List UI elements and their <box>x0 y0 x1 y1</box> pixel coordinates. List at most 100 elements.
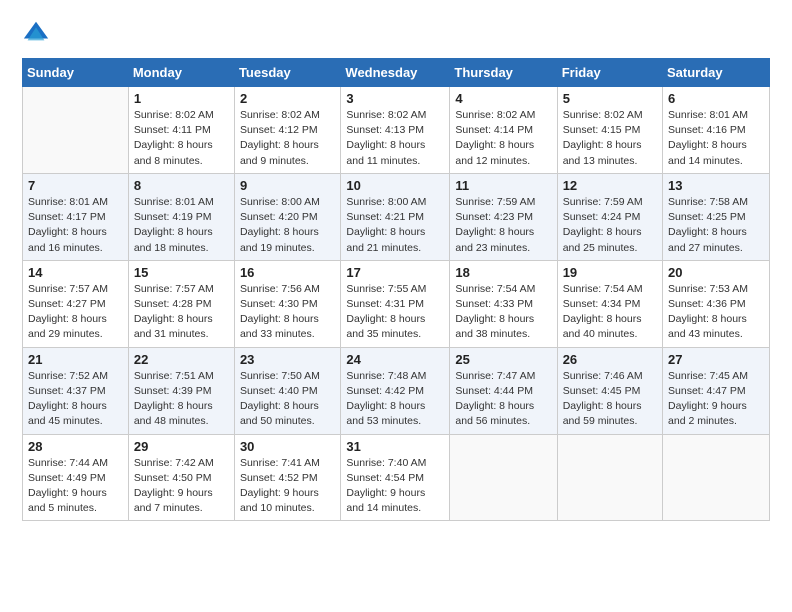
day-number: 15 <box>134 265 229 280</box>
calendar-cell: 30Sunrise: 7:41 AMSunset: 4:52 PMDayligh… <box>234 434 340 521</box>
calendar-body: 1 Sunrise: 8:02 AMSunset: 4:11 PMDaylight… <box>23 87 770 521</box>
day-number: 29 <box>134 439 229 454</box>
calendar-cell <box>557 434 662 521</box>
weekday-header-monday: Monday <box>128 59 234 87</box>
day-info: Sunrise: 7:51 AMSunset: 4:39 PMDaylight:… <box>134 369 229 430</box>
calendar-cell: 8 Sunrise: 8:01 AMSunset: 4:19 PMDaylight… <box>128 173 234 260</box>
day-info: Sunrise: 7:45 AMSunset: 4:47 PMDaylight:… <box>668 369 764 430</box>
day-number: 12 <box>563 178 657 193</box>
day-number: 1 <box>134 91 229 106</box>
day-info: Sunrise: 8:01 AMSunset: 4:19 PMDaylight:… <box>134 195 229 256</box>
day-number: 4 <box>455 91 551 106</box>
calendar-week-3: 14Sunrise: 7:57 AMSunset: 4:27 PMDayligh… <box>23 260 770 347</box>
day-number: 9 <box>240 178 335 193</box>
day-number: 11 <box>455 178 551 193</box>
calendar-week-2: 7 Sunrise: 8:01 AMSunset: 4:17 PMDaylight… <box>23 173 770 260</box>
calendar-cell: 31 Sunrise: 7:40 AMSunset: 4:54 PMDayligh… <box>341 434 450 521</box>
day-info: Sunrise: 8:00 AMSunset: 4:21 PMDaylight:… <box>346 195 444 256</box>
weekday-header-thursday: Thursday <box>450 59 557 87</box>
page: SundayMondayTuesdayWednesdayThursdayFrid… <box>0 0 792 612</box>
weekday-header-wednesday: Wednesday <box>341 59 450 87</box>
day-number: 2 <box>240 91 335 106</box>
header <box>22 18 770 46</box>
day-number: 20 <box>668 265 764 280</box>
day-info: Sunrise: 7:46 AMSunset: 4:45 PMDaylight:… <box>563 369 657 430</box>
day-number: 7 <box>28 178 123 193</box>
day-info: Sunrise: 8:00 AMSunset: 4:20 PMDaylight:… <box>240 195 335 256</box>
weekday-row: SundayMondayTuesdayWednesdayThursdayFrid… <box>23 59 770 87</box>
calendar-cell: 20 Sunrise: 7:53 AMSunset: 4:36 PMDayligh… <box>663 260 770 347</box>
day-info: Sunrise: 7:47 AMSunset: 4:44 PMDaylight:… <box>455 369 551 430</box>
calendar-cell <box>450 434 557 521</box>
calendar-cell: 21Sunrise: 7:52 AMSunset: 4:37 PMDayligh… <box>23 347 129 434</box>
day-info: Sunrise: 8:02 AMSunset: 4:12 PMDaylight:… <box>240 108 335 169</box>
logo-icon <box>22 18 50 46</box>
day-number: 8 <box>134 178 229 193</box>
day-info: Sunrise: 7:58 AMSunset: 4:25 PMDaylight:… <box>668 195 764 256</box>
calendar-cell: 18 Sunrise: 7:54 AMSunset: 4:33 PMDayligh… <box>450 260 557 347</box>
day-info: Sunrise: 8:02 AMSunset: 4:15 PMDaylight:… <box>563 108 657 169</box>
calendar-week-5: 28Sunrise: 7:44 AMSunset: 4:49 PMDayligh… <box>23 434 770 521</box>
day-info: Sunrise: 7:52 AMSunset: 4:37 PMDaylight:… <box>28 369 123 430</box>
calendar-cell: 29Sunrise: 7:42 AMSunset: 4:50 PMDayligh… <box>128 434 234 521</box>
calendar-cell: 1 Sunrise: 8:02 AMSunset: 4:11 PMDaylight… <box>128 87 234 174</box>
day-info: Sunrise: 7:53 AMSunset: 4:36 PMDaylight:… <box>668 282 764 343</box>
day-number: 16 <box>240 265 335 280</box>
day-number: 13 <box>668 178 764 193</box>
day-info: Sunrise: 7:57 AMSunset: 4:28 PMDaylight:… <box>134 282 229 343</box>
day-info: Sunrise: 7:56 AMSunset: 4:30 PMDaylight:… <box>240 282 335 343</box>
day-info: Sunrise: 7:44 AMSunset: 4:49 PMDaylight:… <box>28 456 123 517</box>
calendar-cell: 24 Sunrise: 7:48 AMSunset: 4:42 PMDayligh… <box>341 347 450 434</box>
calendar: SundayMondayTuesdayWednesdayThursdayFrid… <box>22 58 770 521</box>
calendar-cell: 28Sunrise: 7:44 AMSunset: 4:49 PMDayligh… <box>23 434 129 521</box>
calendar-cell: 7 Sunrise: 8:01 AMSunset: 4:17 PMDaylight… <box>23 173 129 260</box>
calendar-cell: 17 Sunrise: 7:55 AMSunset: 4:31 PMDayligh… <box>341 260 450 347</box>
day-number: 27 <box>668 352 764 367</box>
calendar-cell: 25 Sunrise: 7:47 AMSunset: 4:44 PMDayligh… <box>450 347 557 434</box>
calendar-cell: 27 Sunrise: 7:45 AMSunset: 4:47 PMDayligh… <box>663 347 770 434</box>
day-info: Sunrise: 7:54 AMSunset: 4:34 PMDaylight:… <box>563 282 657 343</box>
calendar-week-4: 21Sunrise: 7:52 AMSunset: 4:37 PMDayligh… <box>23 347 770 434</box>
calendar-cell <box>663 434 770 521</box>
day-number: 18 <box>455 265 551 280</box>
day-number: 23 <box>240 352 335 367</box>
weekday-header-saturday: Saturday <box>663 59 770 87</box>
day-info: Sunrise: 7:59 AMSunset: 4:24 PMDaylight:… <box>563 195 657 256</box>
calendar-cell: 26 Sunrise: 7:46 AMSunset: 4:45 PMDayligh… <box>557 347 662 434</box>
calendar-cell: 12 Sunrise: 7:59 AMSunset: 4:24 PMDayligh… <box>557 173 662 260</box>
day-number: 17 <box>346 265 444 280</box>
day-number: 3 <box>346 91 444 106</box>
day-number: 5 <box>563 91 657 106</box>
day-info: Sunrise: 8:02 AMSunset: 4:11 PMDaylight:… <box>134 108 229 169</box>
calendar-cell: 10Sunrise: 8:00 AMSunset: 4:21 PMDayligh… <box>341 173 450 260</box>
day-info: Sunrise: 7:40 AMSunset: 4:54 PMDaylight:… <box>346 456 444 517</box>
weekday-header-tuesday: Tuesday <box>234 59 340 87</box>
day-number: 31 <box>346 439 444 454</box>
day-info: Sunrise: 7:59 AMSunset: 4:23 PMDaylight:… <box>455 195 551 256</box>
calendar-cell <box>23 87 129 174</box>
calendar-header: SundayMondayTuesdayWednesdayThursdayFrid… <box>23 59 770 87</box>
day-number: 19 <box>563 265 657 280</box>
day-number: 25 <box>455 352 551 367</box>
calendar-cell: 4Sunrise: 8:02 AMSunset: 4:14 PMDaylight… <box>450 87 557 174</box>
day-number: 14 <box>28 265 123 280</box>
day-number: 22 <box>134 352 229 367</box>
day-info: Sunrise: 8:01 AMSunset: 4:17 PMDaylight:… <box>28 195 123 256</box>
calendar-cell: 19 Sunrise: 7:54 AMSunset: 4:34 PMDayligh… <box>557 260 662 347</box>
day-number: 6 <box>668 91 764 106</box>
day-info: Sunrise: 7:55 AMSunset: 4:31 PMDaylight:… <box>346 282 444 343</box>
logo <box>22 18 54 46</box>
calendar-cell: 16 Sunrise: 7:56 AMSunset: 4:30 PMDayligh… <box>234 260 340 347</box>
calendar-cell: 6 Sunrise: 8:01 AMSunset: 4:16 PMDaylight… <box>663 87 770 174</box>
day-number: 24 <box>346 352 444 367</box>
day-info: Sunrise: 7:48 AMSunset: 4:42 PMDaylight:… <box>346 369 444 430</box>
calendar-cell: 13 Sunrise: 7:58 AMSunset: 4:25 PMDayligh… <box>663 173 770 260</box>
calendar-cell: 5 Sunrise: 8:02 AMSunset: 4:15 PMDaylight… <box>557 87 662 174</box>
weekday-header-friday: Friday <box>557 59 662 87</box>
day-info: Sunrise: 7:54 AMSunset: 4:33 PMDaylight:… <box>455 282 551 343</box>
weekday-header-sunday: Sunday <box>23 59 129 87</box>
day-number: 26 <box>563 352 657 367</box>
calendar-cell: 15 Sunrise: 7:57 AMSunset: 4:28 PMDayligh… <box>128 260 234 347</box>
calendar-cell: 22 Sunrise: 7:51 AMSunset: 4:39 PMDayligh… <box>128 347 234 434</box>
day-info: Sunrise: 8:01 AMSunset: 4:16 PMDaylight:… <box>668 108 764 169</box>
